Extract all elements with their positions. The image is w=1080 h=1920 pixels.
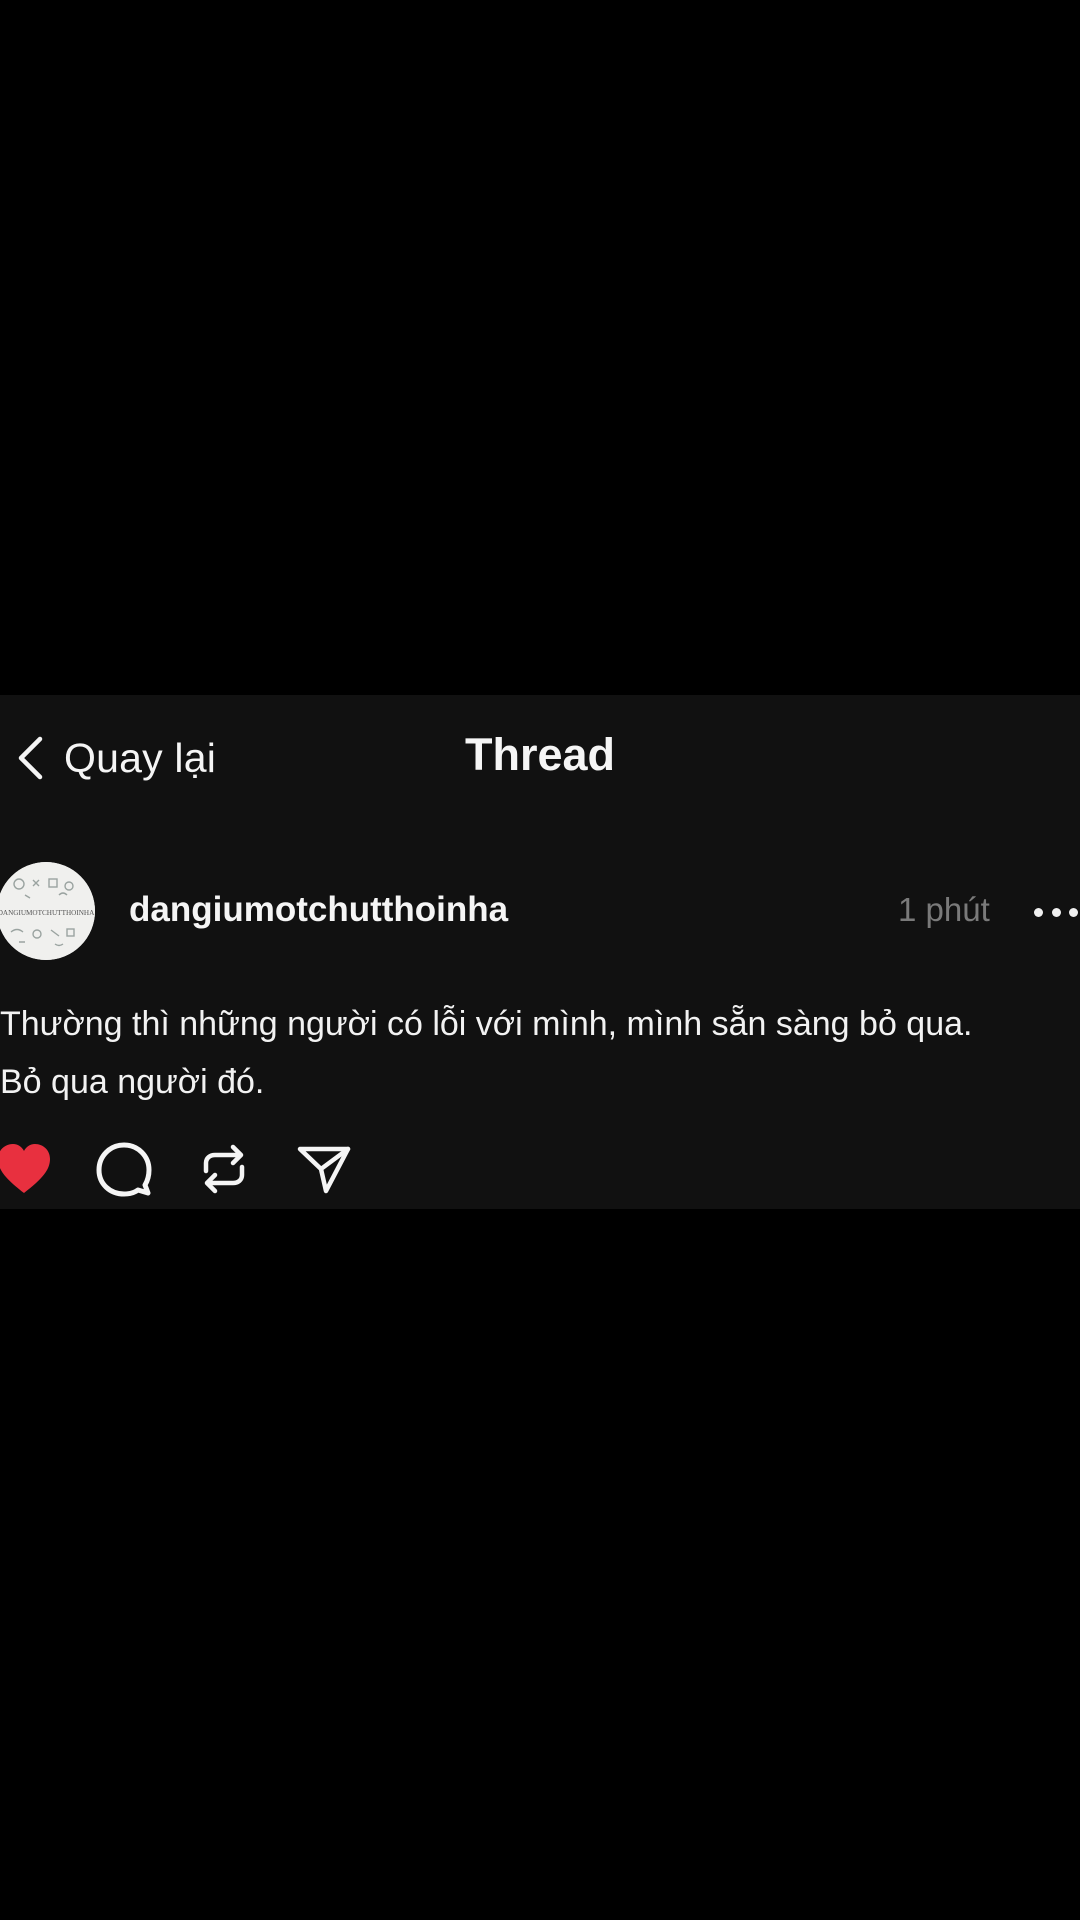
more-dot <box>1051 907 1061 917</box>
more-horizontal-icon[interactable] <box>1034 904 1078 920</box>
heart-icon <box>0 1143 52 1200</box>
share-button[interactable] <box>296 1143 352 1199</box>
more-dot <box>1034 907 1043 917</box>
repost-icon <box>196 1141 252 1202</box>
post-text-line: Thường thì những người có lỗi với mình, … <box>0 1005 973 1043</box>
page-title: Thread <box>464 729 616 780</box>
send-icon <box>296 1141 352 1202</box>
post-text: Thường thì những người có lỗi với mình, … <box>0 995 1080 1111</box>
comment-button[interactable] <box>96 1141 152 1202</box>
like-button[interactable] <box>0 1143 52 1199</box>
thread-card: Quay lại Thread DANGIUMOTCHUTTHOINHA dan… <box>0 695 1080 1209</box>
post-time: 1 phút <box>898 891 990 928</box>
username[interactable]: dangiumotchutthoinha <box>129 890 508 930</box>
avatar[interactable]: DANGIUMOTCHUTTHOINHA <box>0 862 95 960</box>
repost-button[interactable] <box>196 1143 252 1199</box>
screen: Quay lại Thread DANGIUMOTCHUTTHOINHA dan… <box>0 0 1080 1920</box>
post-header: DANGIUMOTCHUTTHOINHA dangiumotchutthoinh… <box>0 862 1080 962</box>
comment-icon <box>96 1141 152 1202</box>
action-bar <box>0 1141 400 1203</box>
avatar-logo-text: DANGIUMOTCHUTTHOINHA <box>0 909 95 917</box>
post-text-line: Bỏ qua người đó. <box>0 1063 265 1101</box>
more-dot <box>1069 907 1078 917</box>
top-nav: Quay lại Thread <box>0 695 1080 819</box>
